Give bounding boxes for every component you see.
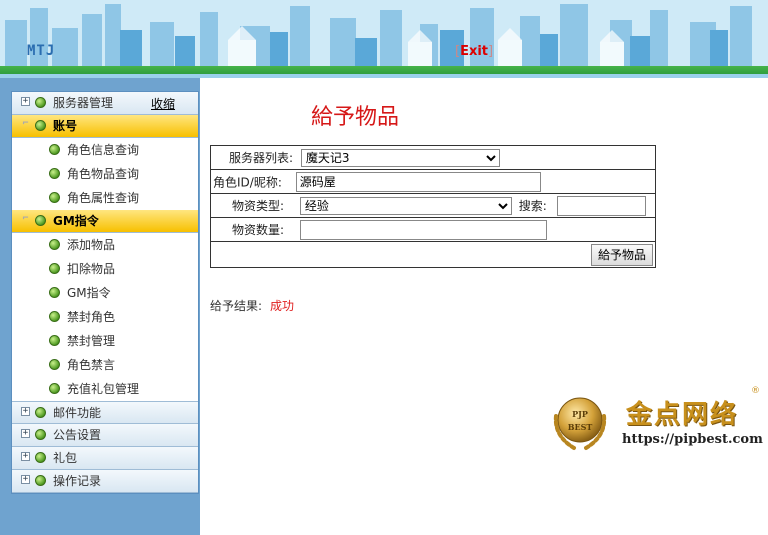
- give-item-form: 服务器列表: 魔天记3 角色ID/昵称: 物资类型: 经验 搜索: 物资数量: …: [210, 145, 656, 268]
- svg-text:PJP: PJP: [572, 409, 588, 419]
- sidebar-group-announcement[interactable]: + 公告设置: [12, 424, 198, 447]
- type-select[interactable]: 经验: [299, 196, 512, 215]
- green-dot-icon: [49, 263, 60, 274]
- registered-mark: ®: [751, 386, 760, 396]
- type-row: 物资类型: 经验 搜索:: [210, 193, 656, 218]
- sidebar-item-role-items[interactable]: 角色物品查询: [12, 162, 198, 186]
- submit-row: 給予物品: [210, 241, 656, 268]
- sidebar-group-label: 邮件功能: [53, 406, 102, 420]
- green-dot-icon: [35, 452, 46, 463]
- sidebar-group-label: 公告设置: [53, 428, 102, 442]
- sidebar-group-account[interactable]: ⌐ 账号: [12, 115, 198, 138]
- sidebar-group-server[interactable]: + 服务器管理 收缩: [12, 92, 198, 115]
- sidebar-group-gm[interactable]: ⌐ GM指令: [12, 210, 198, 233]
- green-dot-icon: [49, 383, 60, 394]
- sidebar-item-gm-command[interactable]: GM指令: [12, 281, 198, 305]
- sidebar-group-label: 礼包: [53, 451, 78, 465]
- green-dot-icon: [49, 239, 60, 250]
- green-dot-icon: [35, 407, 46, 418]
- expand-icon[interactable]: +: [21, 429, 30, 438]
- qty-input[interactable]: [299, 219, 547, 240]
- qty-label: 物资数量:: [232, 222, 285, 237]
- logo-text-cn: 金点网络: [626, 400, 739, 430]
- sidebar-menu: + 服务器管理 收缩 ⌐ 账号 角色信息查询 角色物品查询 角色属性查询 ⌐ G…: [11, 91, 199, 494]
- sidebar-item-add-item[interactable]: 添加物品: [12, 233, 198, 257]
- sidebar-group-label: 操作记录: [53, 474, 102, 488]
- sidebar-group-mail[interactable]: + 邮件功能: [12, 401, 198, 424]
- tree-branch-icon: ⌐: [22, 213, 29, 224]
- sidebar-group-oplog[interactable]: + 操作记录: [12, 470, 198, 493]
- logo-url: https://pipbest.com: [622, 432, 763, 447]
- green-dot-icon: [49, 359, 60, 370]
- result-line: 给予结果: 成功: [210, 297, 294, 314]
- green-dot-icon: [35, 215, 46, 226]
- sidebar-item-recharge-gift[interactable]: 充值礼包管理: [12, 377, 198, 401]
- page-title: 給予物品: [311, 105, 400, 130]
- server-select[interactable]: 魔天记3: [300, 148, 500, 167]
- give-item-button[interactable]: 給予物品: [590, 243, 653, 266]
- green-dot-icon: [49, 335, 60, 346]
- green-dot-icon: [49, 192, 60, 203]
- tree-branch-icon: ⌐: [22, 118, 29, 129]
- city-skyline-illustration: [0, 0, 768, 66]
- header-green-stripe: [0, 66, 768, 74]
- green-dot-icon: [35, 120, 46, 131]
- type-label: 物资类型:: [232, 198, 285, 213]
- pipbest-logo: PJP BEST 金点网络 ® https://pipbest.com: [544, 386, 764, 458]
- sidebar-item-mute-role[interactable]: 角色禁言: [12, 353, 198, 377]
- server-row: 服务器列表: 魔天记3: [210, 145, 656, 170]
- qty-row: 物资数量:: [210, 217, 656, 242]
- sidebar-item-role-attrs[interactable]: 角色属性查询: [12, 186, 198, 210]
- header-banner: MTJ [Exit]: [0, 0, 768, 78]
- expand-icon[interactable]: +: [21, 452, 30, 461]
- expand-icon[interactable]: +: [21, 475, 30, 484]
- result-label: 给予结果:: [210, 299, 263, 313]
- green-dot-icon: [35, 97, 46, 108]
- sidebar-item-role-info[interactable]: 角色信息查询: [12, 138, 198, 162]
- expand-icon[interactable]: +: [21, 97, 30, 106]
- role-input[interactable]: [295, 171, 541, 192]
- sidebar: + 服务器管理 收缩 ⌐ 账号 角色信息查询 角色物品查询 角色属性查询 ⌐ G…: [0, 78, 200, 535]
- green-dot-icon: [49, 168, 60, 179]
- laurel-badge-icon: PJP BEST: [553, 397, 607, 450]
- collapse-link[interactable]: 收缩: [151, 93, 175, 115]
- search-label: 搜索:: [518, 198, 547, 213]
- green-dot-icon: [49, 287, 60, 298]
- result-value: 成功: [270, 299, 295, 313]
- green-dot-icon: [35, 475, 46, 486]
- role-row: 角色ID/昵称:: [210, 169, 656, 194]
- sidebar-item-ban-manage[interactable]: 禁封管理: [12, 329, 198, 353]
- brand-label: MTJ: [27, 43, 56, 59]
- exit-link[interactable]: [Exit]: [455, 44, 493, 59]
- search-input[interactable]: [556, 195, 646, 216]
- svg-text:BEST: BEST: [568, 422, 593, 432]
- sidebar-group-gift[interactable]: + 礼包: [12, 447, 198, 470]
- expand-icon[interactable]: +: [21, 407, 30, 416]
- role-label: 角色ID/昵称:: [213, 175, 282, 189]
- sidebar-item-ban-role[interactable]: 禁封角色: [12, 305, 198, 329]
- green-dot-icon: [49, 311, 60, 322]
- server-label: 服务器列表:: [229, 150, 294, 165]
- exit-link-label[interactable]: Exit: [460, 44, 488, 59]
- sidebar-group-label: 服务器管理: [53, 96, 114, 110]
- green-dot-icon: [49, 144, 60, 155]
- sidebar-group-label: GM指令: [53, 214, 99, 228]
- sidebar-group-label: 账号: [53, 119, 78, 133]
- sidebar-item-deduct-item[interactable]: 扣除物品: [12, 257, 198, 281]
- green-dot-icon: [35, 429, 46, 440]
